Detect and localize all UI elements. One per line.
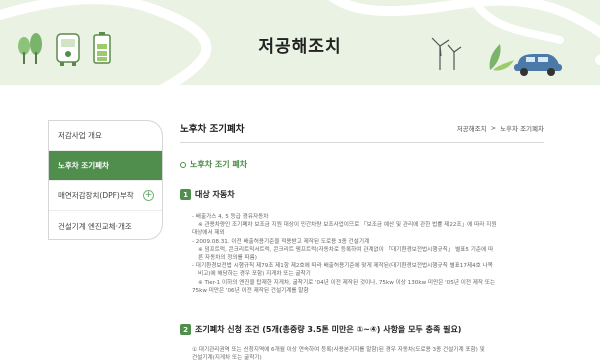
banner-title: 저공해조치 (258, 37, 342, 57)
body-line: - 배출가스 4, 5 등급 경유자동차 (192, 214, 269, 220)
section-heading-2: 2 조기폐차 신청 조건 (5개(총중량 3.5톤 미만은 ①~④) 사항을 모… (180, 324, 461, 335)
sidebar-item-early-scrappage[interactable]: 노후차 조기폐차 (49, 151, 162, 181)
sidebar-item-label: 매연저감장치(DPF)부착 (58, 191, 134, 200)
sidebar-item-label: 저감사업 개요 (58, 131, 102, 140)
body-line: 른 자동차의 정의를 따름) (198, 255, 257, 262)
sidebar-item-label: 노후차 조기폐차 (58, 161, 109, 170)
section-heading-text: 대상 자동차 (195, 190, 235, 199)
section-heading-text: 조기폐차 신청 조건 (5개(총중량 3.5톤 미만은 ①~④) 사항을 모두 … (195, 325, 462, 334)
main-content: 노후차 조기폐차 저공해조치 > 노후차 조기폐차 노후차 조기 폐차 1 대상… (180, 120, 544, 361)
body-line: 75kw 미만은 '06년 이전 제작된 건설기계를 말함 (192, 287, 309, 294)
section-heading-1: 1 대상 자동차 (180, 189, 544, 200)
section-subtitle-text: 노후차 조기 폐차 (190, 160, 248, 169)
sidebar-item-label: 건설기계 엔진교체·개조 (58, 221, 132, 231)
sidebar-item-dpf[interactable]: 매연저감장치(DPF)부착 + (49, 181, 162, 211)
body-line: ※ Tier-1 이하의 엔진을 탑재한 지게차, 굴착기로 '04년 이전 제… (198, 279, 496, 286)
sidebar-item-overview[interactable]: 저감사업 개요 (49, 121, 162, 151)
top-banner: 저공해조치 (0, 0, 600, 85)
sidebar-item-engine-replacement[interactable]: 건설기계 엔진교체·개조 (49, 211, 162, 239)
body-line: ※ 덤프트럭, 콘크리트믹서트럭, 콘크리트 펌프트럭(자동차로 등록하여 관계… (198, 246, 494, 253)
circle-bullet-icon (180, 161, 186, 168)
page-title: 노후차 조기폐차 (180, 124, 245, 135)
breadcrumb-parent[interactable]: 저공해조치 (457, 123, 487, 133)
number-badge: 2 (180, 324, 191, 335)
body-line: ① 대기관리권역 또는 신청지역에 6개월 이상 연속하여 등록(사용본거지를 … (192, 347, 485, 353)
page-header: 노후차 조기폐차 저공해조치 > 노후차 조기폐차 (180, 120, 544, 136)
body-line: - 2009.08.31. 이전 배출허용기준을 적용받고 제작된 도로용 3종… (192, 238, 370, 245)
body-line: ※ 관용차량인 조기폐차 보조금 지원 대상이 민간차량 보조사업이므로 「보조… (198, 222, 497, 229)
breadcrumb: 저공해조치 > 노후차 조기폐차 (457, 123, 544, 133)
number-badge: 1 (180, 189, 191, 200)
body-line: 건설기계(지게차 또는 굴착기) (192, 355, 262, 362)
section-2-body: ① 대기관리권역 또는 신청지역에 6개월 이상 연속하여 등록(사용본거지를 … (192, 346, 485, 362)
body-line: - 대기환경보전법 시행규칙 제79조 제1항 제2호에 따라 배출허용기준에 … (192, 263, 493, 270)
body-line: 비고)에 해당하는 경우 포함) 지게차 또는 굴착기 (198, 271, 311, 278)
header-divider (180, 142, 544, 143)
expand-plus-icon[interactable]: + (143, 190, 154, 201)
sidebar-nav: 저감사업 개요 노후차 조기폐차 매연저감장치(DPF)부착 + 건설기계 엔진… (48, 120, 163, 240)
breadcrumb-separator: > (490, 124, 497, 132)
section-1-body: - 배출가스 4, 5 등급 경유자동차 ※ 관용차량인 조기폐차 보조금 지원… (180, 213, 544, 295)
breadcrumb-current: 노후차 조기폐차 (500, 125, 544, 133)
car-icon (514, 54, 562, 76)
body-line: 대상에서 제외 (192, 230, 225, 237)
section-subtitle: 노후차 조기 폐차 (180, 159, 544, 170)
